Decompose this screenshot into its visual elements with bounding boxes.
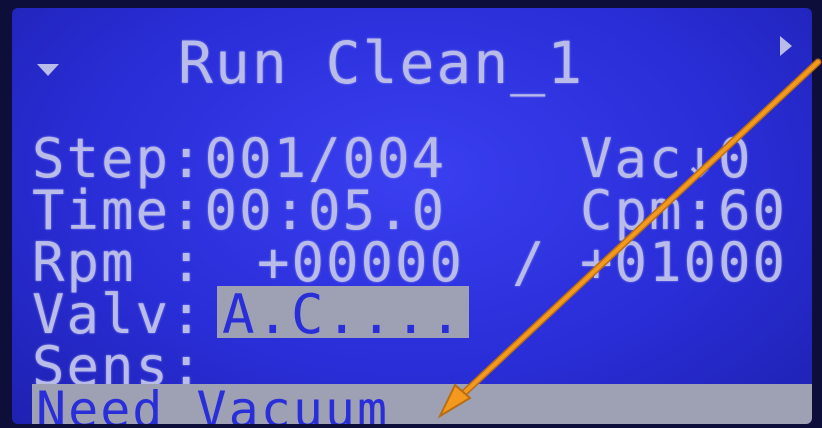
screen-title: Run Clean_1: [178, 29, 585, 97]
menu-down-icon[interactable]: [37, 64, 59, 76]
rpm-label: Rpm :: [32, 231, 205, 294]
rpm-separator: /: [512, 231, 547, 294]
rpm-target: +01000: [580, 231, 788, 294]
valve-label: Valv:: [32, 283, 205, 346]
status-message: Need Vacuum: [36, 381, 390, 424]
next-page-icon[interactable]: [780, 36, 792, 56]
cpm-readout: Cpm:60: [580, 179, 788, 242]
time-readout: Time:00:05.0: [32, 179, 447, 242]
lcd-screen: Run Clean_1 Step:001/004 Vac↓0 Time:00:0…: [12, 8, 812, 424]
valve-value: A.C....: [222, 283, 464, 346]
step-readout: Step:001/004: [32, 127, 447, 190]
rpm-actual: +00000: [257, 231, 465, 294]
vacuum-readout: Vac↓0: [580, 127, 753, 190]
